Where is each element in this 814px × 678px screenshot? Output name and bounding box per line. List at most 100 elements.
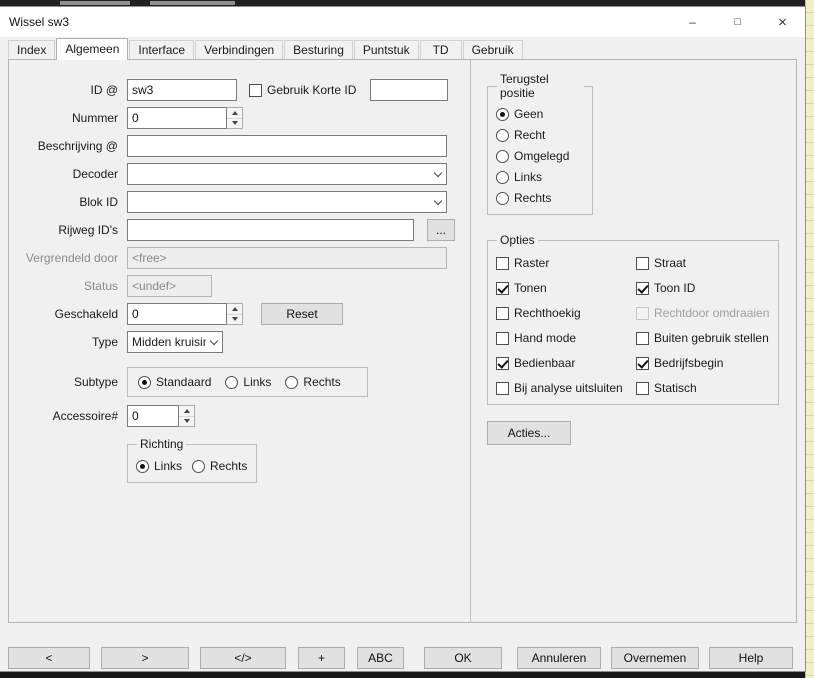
spin-up-icon[interactable] <box>227 304 242 315</box>
acties-button[interactable]: Acties... <box>487 421 571 445</box>
type-select[interactable]: Midden kruising <box>127 331 223 353</box>
code-view-button[interactable]: </> <box>200 647 286 669</box>
terugstel-omgelegd-radio[interactable]: Omgelegd <box>496 149 584 163</box>
tab-content-algemeen: ID @ Gebruik Korte ID Nummer <box>8 59 797 623</box>
status-field <box>127 275 212 297</box>
terugstel-omgelegd-label: Omgelegd <box>514 149 569 163</box>
richting-links-label: Links <box>154 459 182 473</box>
rijweg-ids-browse-button[interactable]: ... <box>427 219 455 241</box>
subtype-standaard-radio[interactable]: Standaard <box>138 375 211 389</box>
type-value: Midden kruising <box>128 335 206 349</box>
bedienbaar-label: Bedienbaar <box>514 356 575 370</box>
toon-id-checkbox[interactable]: Toon ID <box>636 281 770 295</box>
terugstel-rechts-radio[interactable]: Rechts <box>496 191 584 205</box>
buiten-gebruik-stellen-label: Buiten gebruik stellen <box>654 331 769 345</box>
nummer-input[interactable] <box>127 107 227 129</box>
overnemen-button[interactable]: Overnemen <box>611 647 699 669</box>
maximize-icon: □ <box>734 16 741 28</box>
terugstel-recht-radio[interactable]: Recht <box>496 128 584 142</box>
raster-checkbox[interactable]: Raster <box>496 256 636 270</box>
rechthoekig-checkbox[interactable]: Rechthoekig <box>496 306 636 320</box>
hand-mode-label: Hand mode <box>514 331 576 345</box>
close-button[interactable]: × <box>760 7 805 37</box>
nav-next-button[interactable]: > <box>101 647 189 669</box>
accessoire-row: Accessoire# <box>9 405 470 427</box>
window-controls: – □ × <box>670 7 805 37</box>
subtype-rechts-label: Rechts <box>303 375 340 389</box>
spin-down-icon[interactable] <box>227 119 242 129</box>
tab-puntstuk[interactable]: Puntstuk <box>354 40 419 59</box>
toon-id-label: Toon ID <box>654 281 695 295</box>
title-bar[interactable]: Wissel sw3 – □ × <box>0 7 805 37</box>
korte-id-checkbox-box[interactable] <box>249 84 262 97</box>
nummer-spinner[interactable] <box>227 107 243 129</box>
blok-id-label: Blok ID <box>9 195 127 209</box>
korte-id-input[interactable] <box>370 79 448 101</box>
rijweg-ids-input[interactable] <box>127 219 414 241</box>
tab-gebruik[interactable]: Gebruik <box>463 40 523 59</box>
geschakeld-row: Geschakeld Reset <box>9 303 470 325</box>
ok-button[interactable]: OK <box>424 647 502 669</box>
bedrijfsbegin-checkbox[interactable]: Bedrijfsbegin <box>636 356 770 370</box>
bedienbaar-checkbox[interactable]: Bedienbaar <box>496 356 636 370</box>
decoder-value <box>128 174 430 175</box>
bij-analyse-uitsluiten-label: Bij analyse uitsluiten <box>514 381 623 395</box>
close-icon: × <box>778 14 787 31</box>
tab-algemeen[interactable]: Algemeen <box>56 38 128 60</box>
abc-button[interactable]: ABC <box>357 647 404 669</box>
decoder-select[interactable] <box>127 163 447 185</box>
geschakeld-spinner[interactable] <box>227 303 243 325</box>
beschrijving-input[interactable] <box>127 135 447 157</box>
tab-td[interactable]: TD <box>420 40 462 59</box>
reset-button[interactable]: Reset <box>261 303 343 325</box>
buiten-gebruik-stellen-checkbox[interactable]: Buiten gebruik stellen <box>636 331 770 345</box>
dialog-window: Wissel sw3 – □ × Index Algemeen Interfac… <box>0 6 806 672</box>
geschakeld-input[interactable] <box>127 303 227 325</box>
form-pane: ID @ Gebruik Korte ID Nummer <box>9 60 470 622</box>
spin-up-icon[interactable] <box>179 406 194 417</box>
annuleren-button[interactable]: Annuleren <box>517 647 601 669</box>
accessoire-spinner[interactable] <box>179 405 195 427</box>
tonen-checkbox[interactable]: Tonen <box>496 281 636 295</box>
decoder-label: Decoder <box>9 167 127 181</box>
add-button[interactable]: + <box>298 647 345 669</box>
window-title: Wissel sw3 <box>0 15 670 29</box>
blok-id-row: Blok ID <box>9 191 470 213</box>
subtype-links-radio[interactable]: Links <box>225 375 271 389</box>
rijweg-ids-row: Rijweg ID's ... <box>9 219 470 241</box>
id-input[interactable] <box>127 79 237 101</box>
tab-verbindingen[interactable]: Verbindingen <box>195 40 283 59</box>
maximize-button[interactable]: □ <box>715 7 760 37</box>
blok-id-select[interactable] <box>127 191 447 213</box>
bij-analyse-uitsluiten-checkbox[interactable]: Bij analyse uitsluiten <box>496 381 636 395</box>
options-pane: Terugstel positie Geen Recht Omgelegd <box>470 60 796 622</box>
tab-interface[interactable]: Interface <box>129 40 194 59</box>
tonen-label: Tonen <box>514 281 547 295</box>
richting-rechts-radio[interactable]: Rechts <box>192 459 247 473</box>
beschrijving-label: Beschrijving @ <box>9 139 127 153</box>
background-app-strip-right <box>805 0 814 678</box>
terugstel-links-radio[interactable]: Links <box>496 170 584 184</box>
terugstel-geen-radio[interactable]: Geen <box>496 107 584 121</box>
spin-up-icon[interactable] <box>227 108 242 119</box>
id-label: ID @ <box>9 83 127 97</box>
hand-mode-checkbox[interactable]: Hand mode <box>496 331 636 345</box>
straat-checkbox[interactable]: Straat <box>636 256 770 270</box>
tab-besturing[interactable]: Besturing <box>284 40 353 59</box>
nav-prev-button[interactable]: < <box>8 647 90 669</box>
help-button[interactable]: Help <box>709 647 793 669</box>
statisch-checkbox[interactable]: Statisch <box>636 381 770 395</box>
richting-links-radio[interactable]: Links <box>136 459 182 473</box>
accessoire-input[interactable] <box>127 405 179 427</box>
korte-id-checkbox[interactable]: Gebruik Korte ID <box>249 83 356 97</box>
minimize-button[interactable]: – <box>670 7 715 37</box>
rechtdoor-omdraaien-label: Rechtdoor omdraaien <box>654 306 769 320</box>
straat-label: Straat <box>654 256 686 270</box>
bedrijfsbegin-label: Bedrijfsbegin <box>654 356 723 370</box>
spin-down-icon[interactable] <box>227 315 242 325</box>
spin-down-icon[interactable] <box>179 417 194 427</box>
subtype-rechts-radio[interactable]: Rechts <box>285 375 340 389</box>
tab-index[interactable]: Index <box>8 40 55 59</box>
subtype-radio-group: Standaard Links Rechts <box>127 367 368 397</box>
terugstel-links-label: Links <box>514 170 542 184</box>
